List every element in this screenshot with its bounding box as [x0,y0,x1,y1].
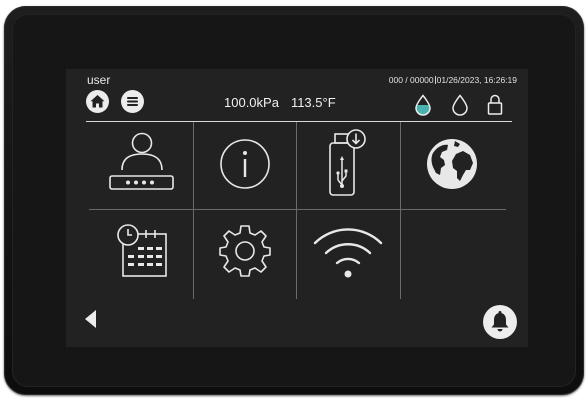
tile-user-login[interactable] [90,123,193,209]
temperature-reading: 113.5°F [290,95,336,110]
tile-usb-download[interactable] [296,123,399,209]
usb-download-icon [329,129,366,196]
menu-button[interactable] [121,90,144,113]
tile-language-globe[interactable] [400,123,503,209]
tile-wifi[interactable] [296,210,399,296]
tile-empty [400,210,503,296]
user-login-icon [109,132,174,190]
globe-icon [427,139,477,189]
touch-screen: user 000 / 00000 01/26/2023, 16:26:19 100… [66,69,528,347]
home-button[interactable] [86,90,109,113]
settings-gear-icon [219,225,271,277]
back-arrow-icon [85,310,96,328]
schedule-calendar-icon [117,224,167,277]
home-icon [90,95,105,108]
bell-icon [491,311,509,332]
tile-info[interactable] [193,123,296,209]
cycle-counter: 000 / 00000 [388,75,434,85]
back-button[interactable] [83,308,99,330]
menu-icon [127,97,138,106]
water-drop-filled-icon[interactable] [414,94,432,116]
user-label: user [87,73,111,87]
water-drop-outline-icon[interactable] [451,94,469,116]
device-bezel: user 000 / 00000 01/26/2023, 16:26:19 100… [4,6,584,395]
header-divider [86,121,512,122]
wifi-icon [313,228,383,278]
info-icon [220,139,270,189]
sensor-readings: 100.0kPa 113.5°F [224,95,336,110]
lock-icon[interactable] [487,93,503,116]
tile-settings[interactable] [193,210,296,296]
tile-schedule[interactable] [90,210,193,296]
pressure-reading: 100.0kPa [224,95,279,110]
datetime: 01/26/2023, 16:26:19 [436,75,517,85]
alarm-bell-button[interactable] [483,305,517,339]
status-separator [434,76,436,84]
status-bar: 000 / 00000 01/26/2023, 16:26:19 [389,75,517,85]
